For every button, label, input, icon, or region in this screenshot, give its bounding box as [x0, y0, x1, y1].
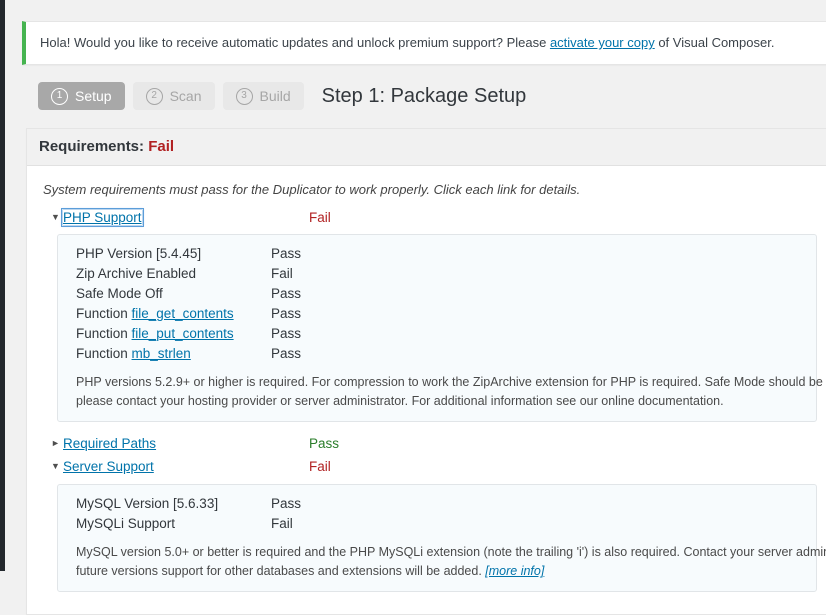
admin-page: Hola! Would you like to receive automati… [5, 0, 826, 615]
step-tab-setup[interactable]: 1 Setup [38, 82, 125, 110]
server-support-check-list: MySQL Version [5.6.33] Pass MySQLi Suppo… [58, 494, 816, 534]
expand-triangle-right-icon[interactable]: ► [51, 439, 63, 448]
check-value: Pass [271, 346, 302, 361]
requirement-group-required-paths: ► Required Paths Pass [41, 434, 817, 454]
step-label-build: Build [259, 88, 291, 104]
plugin-activation-notice: Hola! Would you like to receive automati… [22, 21, 826, 65]
requirement-status-php-support: Fail [309, 209, 331, 225]
expand-triangle-down-icon[interactable]: ▼ [51, 462, 63, 471]
page-title: Step 1: Package Setup [321, 84, 527, 107]
requirements-body: System requirements must pass for the Du… [27, 166, 826, 614]
requirement-panel-php-support: PHP Version [5.4.45] Pass Zip Archive En… [57, 234, 826, 422]
check-label: MySQLi Support [76, 515, 176, 531]
requirements-heading: Requirements: Fail [27, 129, 826, 166]
requirement-link-php-support[interactable]: PHP Support [61, 207, 144, 227]
check-value: Pass [271, 495, 302, 511]
check-value: Pass [271, 306, 302, 321]
step-tab-build[interactable]: 3 Build [222, 82, 304, 110]
check-label: Function file_put_contents [76, 326, 234, 341]
check-label: Zip Archive Enabled [76, 266, 197, 281]
step-tab-scan[interactable]: 2 Scan [132, 82, 215, 110]
function-link-file-get-contents[interactable]: file_get_contents [132, 306, 234, 321]
requirement-row-server-support[interactable]: ▼ Server Support Fail [51, 457, 817, 477]
check-value: Pass [271, 286, 302, 301]
check-label-text: Function [76, 326, 132, 341]
check-value: Fail [271, 266, 293, 281]
requirement-link-server-support[interactable]: Server Support [63, 459, 154, 474]
requirements-heading-label: Requirements: [39, 138, 149, 155]
requirement-row-php-support[interactable]: ▼ PHP Support Fail [51, 207, 817, 227]
requirement-group-php-support: ▼ PHP Support Fail [41, 207, 817, 227]
php-support-note-line2: please contact your hosting provider or … [76, 394, 724, 409]
expand-triangle-down-icon[interactable]: ▼ [51, 212, 63, 222]
list-item: Function file_put_contents Pass [58, 324, 816, 344]
check-label-text: Function [76, 306, 132, 321]
php-support-note: PHP versions 5.2.9+ or higher is require… [58, 373, 826, 412]
check-label: MySQL Version [5.6.33] [76, 495, 219, 511]
check-value: Pass [271, 326, 302, 341]
list-item: MySQL Version [5.6.33] Pass [58, 494, 816, 514]
check-label: Function file_get_contents [76, 306, 234, 321]
activate-copy-link[interactable]: activate your copy [550, 35, 655, 50]
requirements-metabox: Requirements: Fail System requirements m… [26, 128, 826, 615]
check-value: Fail [271, 515, 293, 531]
list-item: Zip Archive Enabled Fail [58, 264, 816, 284]
more-info-link[interactable]: [more info] [485, 564, 544, 578]
list-item: Safe Mode Off Pass [58, 284, 816, 304]
check-value: Pass [271, 246, 302, 261]
list-item: Function file_get_contents Pass [58, 304, 816, 324]
server-support-note: MySQL version 5.0+ or better is required… [58, 543, 826, 582]
function-link-file-put-contents[interactable]: file_put_contents [132, 326, 234, 341]
step-number-3: 3 [235, 87, 253, 105]
notice-text: Hola! Would you like to receive automati… [40, 33, 819, 53]
step-label-setup: Setup [75, 88, 112, 104]
requirements-heading-status: Fail [148, 138, 175, 155]
check-label: Function mb_strlen [76, 346, 191, 361]
server-support-note-line2: future versions support for other databa… [76, 564, 486, 579]
requirement-row-required-paths[interactable]: ► Required Paths Pass [51, 434, 817, 454]
step-number-2: 2 [145, 87, 163, 105]
list-item: Function mb_strlen Pass [58, 344, 816, 364]
requirements-intro: System requirements must pass for the Du… [43, 182, 581, 197]
check-label: Safe Mode Off [76, 286, 163, 301]
list-item: PHP Version [5.4.45] Pass [58, 244, 816, 264]
step-label-scan: Scan [169, 88, 202, 104]
list-item: MySQLi Support Fail [58, 514, 816, 534]
step-number-1: 1 [51, 87, 68, 105]
check-label-text: Function [76, 346, 132, 361]
requirement-panel-server-support: MySQL Version [5.6.33] Pass MySQLi Suppo… [57, 483, 826, 592]
check-label: PHP Version [5.4.45] [76, 246, 202, 261]
requirement-link-required-paths[interactable]: Required Paths [63, 436, 156, 451]
notice-text-before: Hola! Would you like to receive automati… [40, 35, 550, 50]
requirement-status-server-support: Fail [309, 459, 331, 475]
php-support-note-line1: PHP versions 5.2.9+ or higher is require… [76, 375, 826, 389]
notice-text-after: of Visual Composer. [654, 35, 775, 50]
function-link-mb-strlen[interactable]: mb_strlen [132, 346, 191, 361]
requirement-group-server-support: ▼ Server Support Fail [41, 457, 817, 477]
server-support-note-line1: MySQL version 5.0+ or better is required… [76, 544, 826, 559]
php-support-check-list: PHP Version [5.4.45] Pass Zip Archive En… [58, 244, 816, 364]
wizard-steps: 1 Setup 2 Scan 3 Build Step 1: Package S… [38, 82, 526, 110]
requirement-status-required-paths: Pass [309, 436, 340, 452]
